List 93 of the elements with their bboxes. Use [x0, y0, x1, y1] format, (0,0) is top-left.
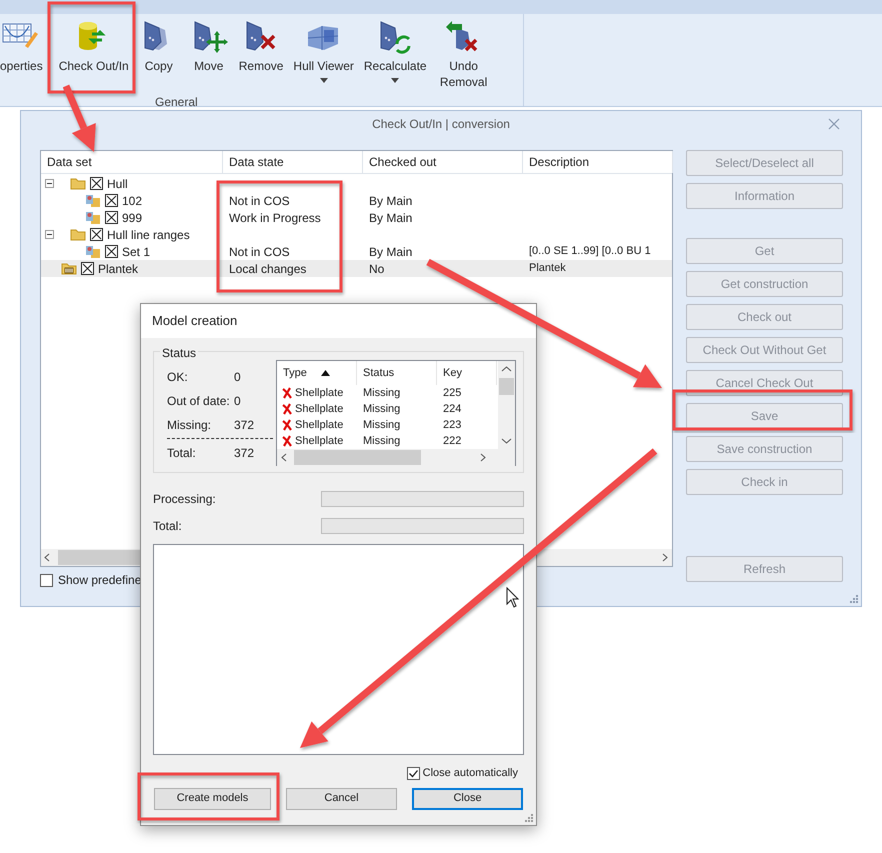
- tree-row[interactable]: Plantek Local changes No Plantek: [41, 260, 672, 277]
- checkbox[interactable]: [105, 211, 118, 224]
- tree-row[interactable]: Hull line ranges: [41, 226, 672, 243]
- mouse-cursor-icon: [506, 586, 520, 608]
- tree-label: Plantek: [98, 260, 138, 278]
- checkbox[interactable]: [40, 574, 53, 586]
- dropdown-caret-icon: [391, 78, 400, 83]
- tree-label: 999: [122, 210, 142, 226]
- table-cell: Not in COS: [229, 244, 290, 258]
- folder-icon: [70, 228, 86, 241]
- window-title: Check Out/In | conversion: [372, 116, 510, 133]
- table-cell: Not in COS: [229, 194, 290, 208]
- column-header[interactable]: Data set: [41, 151, 223, 173]
- ribbon-button[interactable]: Remove: [234, 18, 288, 74]
- dropdown-caret-icon: [320, 78, 328, 83]
- folder-picture-icon: [85, 210, 101, 224]
- folder-table-icon: [61, 262, 77, 275]
- folder-picture-icon: [85, 194, 101, 208]
- table-cell: Plantek: [529, 262, 566, 274]
- stat-value: 0: [234, 369, 241, 386]
- stat-value: 0: [234, 393, 241, 410]
- dialog-button[interactable]: Cancel: [286, 788, 397, 810]
- stat-label: Total:: [167, 445, 197, 462]
- table-cell: 222: [443, 434, 462, 447]
- error-x-icon: [282, 387, 292, 399]
- error-x-icon: [282, 419, 292, 431]
- column-header[interactable]: Checked out: [363, 151, 523, 173]
- resize-grip-icon: [849, 594, 859, 604]
- collapse-toggle-icon[interactable]: [45, 230, 54, 239]
- table-cell: Missing: [363, 418, 400, 431]
- table-cell: Missing: [363, 402, 400, 415]
- checkbox[interactable]: [105, 245, 118, 258]
- stat-label: OK:: [167, 369, 189, 386]
- dialog-button[interactable]: Close: [412, 788, 523, 810]
- table-cell: Local changes: [229, 262, 306, 276]
- dialog-title: Model creation: [152, 312, 238, 330]
- tree-label: 102: [122, 192, 142, 210]
- ribbon-button[interactable]: Recalculate: [358, 18, 432, 83]
- column-header[interactable]: Status: [357, 361, 437, 385]
- column-header[interactable]: Description: [523, 151, 673, 173]
- table-cell: Work in Progress: [229, 210, 321, 224]
- tree-row[interactable]: Hull: [41, 175, 672, 192]
- table-cell: 223: [443, 418, 462, 431]
- folder-picture-icon: [85, 244, 101, 258]
- checkbox-label: Close automatically: [422, 766, 518, 781]
- table-cell: By Main: [369, 210, 412, 224]
- checkbox-label: Show predefine: [58, 572, 142, 589]
- checkbox[interactable]: [81, 262, 94, 275]
- column-header[interactable]: Data state: [223, 151, 363, 173]
- dialog-button[interactable]: Create models: [154, 788, 271, 810]
- table-cell-text: Shellplate: [295, 434, 344, 449]
- resize-grip-icon: [524, 813, 534, 823]
- table-cell: Missing: [363, 434, 400, 447]
- error-x-icon: [282, 435, 292, 447]
- table-cell: By Main: [369, 194, 412, 208]
- ribbon-button[interactable]: Hull Viewer: [288, 18, 359, 83]
- error-x-icon: [282, 403, 292, 415]
- stat-value: 372: [234, 417, 254, 434]
- collapse-toggle-icon[interactable]: [45, 179, 54, 188]
- tree-label: Hull: [107, 176, 128, 192]
- column-header[interactable]: Key: [437, 361, 497, 385]
- checkbox[interactable]: [105, 194, 118, 207]
- tree-row[interactable]: 999 Work in Progress By Main: [41, 209, 672, 226]
- ribbon-button[interactable]: Check Out/In: [54, 18, 134, 74]
- ribbon-button[interactable]: Move: [184, 18, 234, 74]
- table-cell: No: [369, 262, 384, 276]
- stat-value: 372: [234, 445, 254, 462]
- checkbox[interactable]: [406, 766, 420, 780]
- progress-label: Processing:: [153, 491, 216, 508]
- tree-label: Set 1: [122, 244, 150, 260]
- ribbon-button[interactable]: Undo Removal: [432, 18, 496, 90]
- table-cell: By Main: [369, 244, 412, 258]
- table-cell-text: Shellplate: [295, 402, 344, 417]
- checkbox[interactable]: [90, 177, 103, 190]
- ribbon-button[interactable]: Copy: [134, 18, 184, 74]
- group-label: General: [155, 94, 198, 111]
- table-cell: 225: [443, 386, 462, 399]
- tree-row[interactable]: Set 1 Not in COS By Main [0..0 SE 1..99] [0..0 BU 1: [41, 243, 672, 260]
- table-cell: Missing: [363, 386, 400, 399]
- tree-label: Hull line ranges: [107, 226, 190, 244]
- table-cell: [0..0 SE 1..99] [0..0 BU 1: [529, 245, 651, 258]
- tree-row[interactable]: 102 Not in COS By Main: [41, 192, 672, 209]
- checkbox[interactable]: [90, 228, 103, 241]
- table-cell-text: Shellplate: [295, 418, 344, 433]
- column-header[interactable]: Type: [277, 361, 357, 385]
- table-cell-text: Shellplate: [295, 386, 344, 401]
- progress-label: Total:: [153, 518, 182, 535]
- table-cell: 224: [443, 402, 462, 415]
- annotation-arrow: [62, 84, 96, 152]
- ribbon-button[interactable]: operties: [0, 18, 48, 74]
- folder-icon: [70, 177, 86, 190]
- stat-label: Out of date:: [167, 393, 231, 410]
- stat-label: Missing:: [167, 417, 212, 434]
